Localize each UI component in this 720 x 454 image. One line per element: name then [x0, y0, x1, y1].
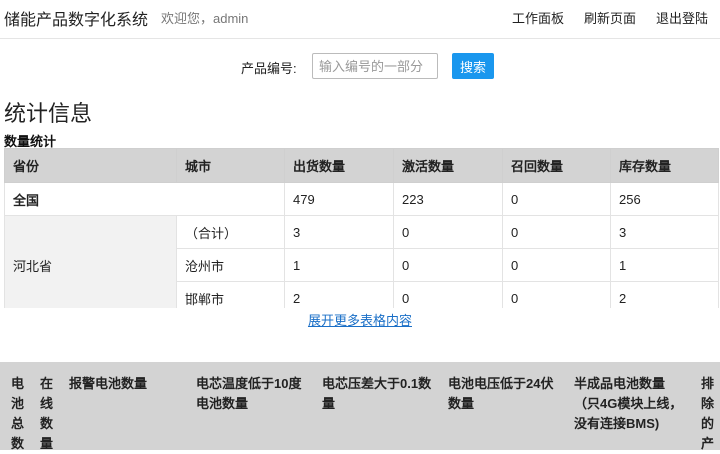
cell-recalled: 0	[502, 281, 611, 308]
header-low-voltage-count: 电池电压低于24伏 数量	[448, 376, 554, 411]
cell-stock: 256	[610, 182, 719, 216]
header-voltage-diff-count: 电芯压差大于0.1数量	[322, 376, 432, 411]
header-alarm-battery-count: 报警电池数量	[69, 376, 148, 391]
cell-stock: 2	[610, 281, 719, 308]
cell-city: 邯郸市	[176, 281, 285, 308]
cell-city: 沧州市	[176, 248, 285, 282]
cell-activated: 0	[393, 248, 503, 282]
product-id-label: 产品编号:	[241, 61, 297, 76]
cell-recalled: 0	[502, 248, 611, 282]
cell-recalled: 0	[502, 215, 611, 249]
battery-stats-header: 电池 总数 在线 数量 报警电池数量 电芯温度低于10度 电池数量 电芯压差大于0…	[0, 362, 720, 451]
app-title[interactable]: 储能产品数字化系统	[4, 6, 148, 30]
welcome-text: 欢迎您，admin	[161, 11, 249, 26]
table-row: 河北省 （合计） 3 0 0 3	[4, 215, 719, 308]
cell-shipped: 1	[284, 248, 394, 282]
table-row-national-total: 全国 479 223 0 256	[4, 182, 719, 216]
nav-refresh[interactable]: 刷新页面	[584, 8, 636, 27]
header-province: 省份	[4, 148, 177, 183]
header-online-count: 在线 数量	[40, 376, 54, 451]
header-semi-finished-count: 半成品电池数量 （只4G模块上线， 没有连接BMS)	[574, 376, 683, 431]
header-low-temp-count: 电芯温度低于10度 电池数量	[196, 376, 302, 411]
header-stock: 库存数量	[610, 148, 719, 183]
cell-stock: 1	[610, 248, 719, 282]
cell-shipped: 3	[284, 215, 394, 249]
cell-shipped: 2	[284, 281, 394, 308]
header-excluded: 排除 的产	[701, 376, 715, 451]
header-total-batteries: 电池 总数	[11, 376, 25, 451]
product-id-input[interactable]	[312, 53, 438, 79]
nav-logout[interactable]: 退出登陆	[656, 8, 708, 27]
nav-dashboard[interactable]: 工作面板	[512, 8, 564, 27]
header-activated: 激活数量	[393, 148, 503, 183]
header-city: 城市	[176, 148, 285, 183]
stats-table-viewport[interactable]: 省份 城市 出货数量 激活数量 召回数量 库存数量 全国 479 223 0 2…	[0, 148, 720, 308]
stats-table: 省份 城市 出货数量 激活数量 召回数量 库存数量 全国 479 223 0 2…	[4, 148, 719, 308]
expand-table-link[interactable]: 展开更多表格内容	[0, 310, 720, 329]
header-recalled: 召回数量	[502, 148, 611, 183]
cell-province: 河北省	[4, 215, 177, 308]
cell-national-label: 全国	[4, 182, 285, 216]
cell-stock: 3	[610, 215, 719, 249]
cell-shipped: 479	[284, 182, 394, 216]
cell-recalled: 0	[502, 182, 611, 216]
header-shipped: 出货数量	[284, 148, 394, 183]
cell-activated: 223	[393, 182, 503, 216]
cell-activated: 0	[393, 215, 503, 249]
search-button[interactable]: 搜索	[452, 53, 494, 79]
section-title: 统计信息	[4, 101, 93, 126]
table-header-row: 省份 城市 出货数量 激活数量 召回数量 库存数量	[4, 148, 719, 183]
top-navbar: 储能产品数字化系统 欢迎您，admin 工作面板 刷新页面 退出登陆	[0, 0, 720, 39]
cell-activated: 0	[393, 281, 503, 308]
cell-city: （合计）	[176, 215, 285, 249]
